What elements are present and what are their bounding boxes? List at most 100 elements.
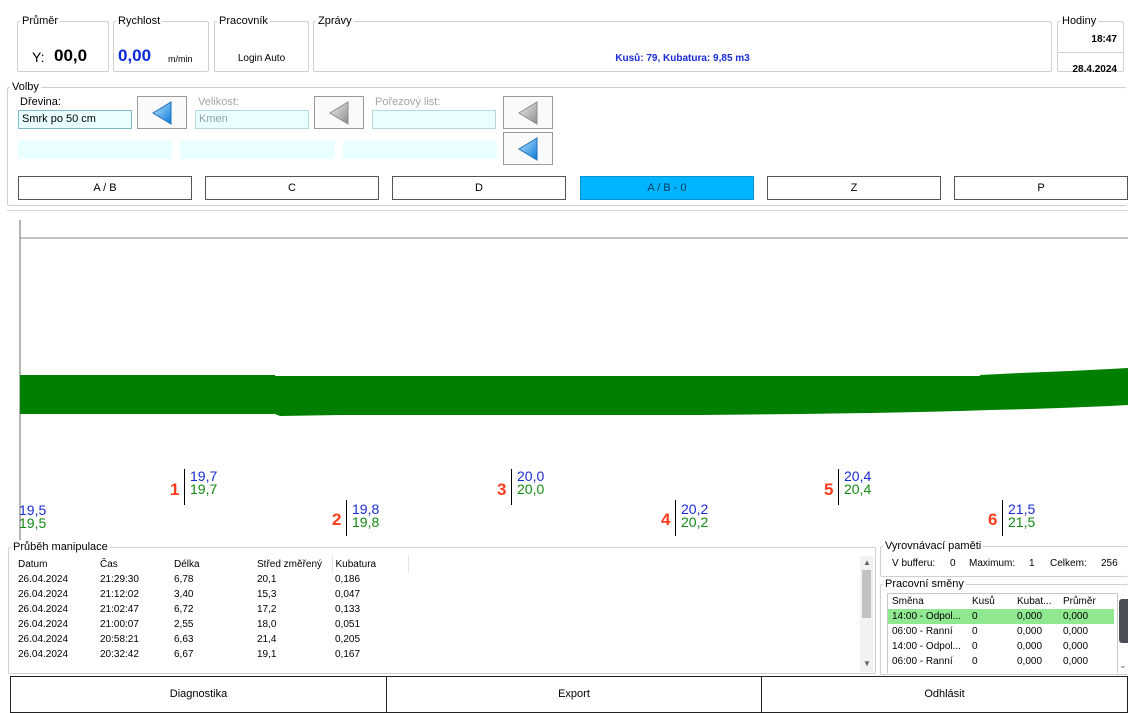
velikost-select-button[interactable]: [314, 96, 364, 129]
tab-c[interactable]: C: [205, 176, 379, 200]
table-row[interactable]: 26.04.2024 20:58:21 6,63 21,4 0,205: [15, 632, 408, 647]
tab-d[interactable]: D: [392, 176, 566, 200]
pracovnik-value: Login Auto: [237, 53, 286, 64]
table-row[interactable]: 26.04.2024 21:29:30 6,78 20,1 0,186: [15, 572, 408, 587]
hodiny-date: 28.4.2024: [1072, 64, 1118, 75]
cell-datum: 26.04.2024: [18, 619, 69, 630]
manipulace-scrollbar[interactable]: ▲ ▼: [860, 556, 873, 672]
cell-delka: 6,67: [174, 649, 194, 660]
tab-p[interactable]: P: [954, 176, 1128, 200]
manipulace-col-datum[interactable]: Datum: [15, 556, 97, 572]
velikost-label: Velikost:: [198, 96, 239, 108]
table-row[interactable]: 06:00 - Ranní 0 0,000 0,000: [888, 624, 1114, 639]
extra-select-button[interactable]: [503, 132, 553, 165]
measurement-6-green: 21,5: [1008, 514, 1036, 530]
cell-delka: 2,55: [174, 619, 194, 630]
scroll-down-icon[interactable]: ▼: [863, 659, 871, 668]
extra-field-2[interactable]: [180, 140, 335, 159]
table-row[interactable]: 26.04.2024 20:32:42 6,67 19,1 0,167: [15, 647, 408, 662]
porezovy-field[interactable]: [372, 110, 496, 129]
tab-z[interactable]: Z: [767, 176, 941, 200]
buffer-maximum-label: Maximum:: [969, 558, 1016, 569]
smeny-col-smena[interactable]: Směna: [888, 594, 968, 609]
table-row[interactable]: 14:00 - Odpol... 0 0,000 0,000: [888, 639, 1114, 654]
hodiny-divider: [1058, 52, 1123, 53]
cell-datum: 26.04.2024: [18, 574, 69, 585]
triangle-left-blue-icon: [152, 100, 172, 125]
odhlasit-button[interactable]: Odhlásit: [761, 676, 1128, 713]
cell-prumer: 0,000: [1063, 626, 1089, 637]
cell-kubatura: 0,000: [1017, 656, 1043, 667]
tab-a-b-0[interactable]: A / B - 0: [580, 176, 754, 200]
buffer-celkem-value: 256: [1101, 558, 1118, 569]
measurement-2: 19,8 19,8: [352, 502, 379, 529]
manipulace-legend: Průběh manipulace: [13, 541, 108, 553]
extra-field-1[interactable]: [18, 140, 172, 159]
table-row[interactable]: 26.04.2024 21:00:07 2,55 18,0 0,051: [15, 617, 408, 632]
cell-cas: 21:00:07: [100, 619, 139, 630]
log-profile: [20, 368, 1128, 416]
cell-kubatura: 0,051: [335, 619, 361, 630]
smeny-col-prumer[interactable]: Průměr: [1059, 594, 1114, 609]
manipulace-col-cas[interactable]: Čas: [97, 556, 171, 572]
manipulace-col-delka[interactable]: Délka: [171, 556, 254, 572]
cell-cas: 20:32:42: [100, 649, 139, 660]
diagnostika-button[interactable]: Diagnostika: [10, 676, 387, 713]
table-row[interactable]: 26.04.2024 21:02:47 6,72 17,2 0,133: [15, 602, 408, 617]
drevina-select-button[interactable]: [137, 96, 187, 129]
smeny-scroll-down-icon[interactable]: ⌄: [1119, 660, 1127, 671]
cell-kusu: 0: [972, 656, 978, 667]
porezovy-select-button[interactable]: [503, 96, 553, 129]
cell-delka: 6,72: [174, 604, 194, 615]
smeny-table: Směna Kusů Kubat... Průměr 14:00 - Odpol…: [888, 594, 1114, 669]
cell-kubatura: 0,000: [1017, 626, 1043, 637]
tab-a-b[interactable]: A / B: [18, 176, 192, 200]
volby-legend: Volby: [12, 81, 39, 93]
table-row[interactable]: 14:00 - Odpol... 0 0,000 0,000: [888, 609, 1114, 624]
table-row[interactable]: 26.04.2024 21:12:02 3,40 15,3 0,047: [15, 587, 408, 602]
export-button[interactable]: Export: [386, 676, 762, 713]
table-row[interactable]: 06:00 - Ranní 0 0,000 0,000: [888, 654, 1114, 669]
cell-delka: 3,40: [174, 589, 194, 600]
zpravy-legend: Zprávy: [318, 15, 352, 27]
cell-kubatura: 0,186: [335, 574, 361, 585]
drevina-field[interactable]: Smrk po 50 cm: [18, 110, 132, 129]
manipulace-table-wrapper: Datum Čas Délka Střed změřený Kubatura 2…: [15, 556, 857, 670]
extra-field-3[interactable]: [343, 140, 497, 159]
cell-cas: 20:58:21: [100, 634, 139, 645]
measurement-0: 19,5 19,5: [19, 503, 46, 530]
hodiny-panel: Hodiny 18:47 28.4.2024: [1057, 15, 1124, 75]
manipulace-col-stred[interactable]: Střed změřený: [254, 556, 333, 572]
manipulace-table: Datum Čas Délka Střed změřený Kubatura 2…: [15, 556, 409, 662]
cell-delka: 6,78: [174, 574, 194, 585]
cell-stred: 19,1: [257, 649, 277, 660]
cell-stred: 18,0: [257, 619, 277, 630]
cell-kubatura: 0,133: [335, 604, 361, 615]
velikost-field[interactable]: Kmen: [195, 110, 309, 129]
scroll-up-icon[interactable]: ▲: [863, 558, 871, 567]
measurement-6: 21,5 21,5: [1008, 502, 1036, 530]
buffer-maximum-value: 1: [1029, 558, 1035, 569]
pracovnik-legend: Pracovník: [219, 15, 268, 27]
hodiny-legend: Hodiny: [1062, 15, 1097, 27]
cell-datum: 26.04.2024: [18, 634, 69, 645]
porezovy-label: Pořezový list:: [375, 96, 441, 108]
cell-kusu: 0: [972, 641, 978, 652]
buffer-v-bufferu-value: 0: [950, 558, 956, 569]
cell-datum: 26.04.2024: [18, 604, 69, 615]
buffer-v-bufferu-label: V bufferu:: [892, 558, 936, 569]
cell-delka: 6,63: [174, 634, 194, 645]
smeny-col-kusu[interactable]: Kusů: [968, 594, 1013, 609]
manipulace-col-kubatura[interactable]: Kubatura: [332, 556, 409, 572]
rychlost-value: 0,00: [118, 46, 152, 65]
cell-smena: 06:00 - Ranní: [892, 626, 953, 637]
cell-cas: 21:12:02: [100, 589, 139, 600]
rychlost-legend: Rychlost: [118, 15, 161, 27]
smeny-side-control[interactable]: [1119, 599, 1128, 643]
scrollbar-thumb[interactable]: [862, 570, 871, 618]
measurement-2-number: 2: [332, 510, 342, 529]
smeny-col-kubatura[interactable]: Kubat...: [1013, 594, 1059, 609]
cell-kubatura: 0,000: [1013, 609, 1059, 624]
zpravy-panel: Zprávy Kusů: 79, Kubatura: 9,85 m3: [313, 16, 1052, 72]
triangle-left-grey-icon: [518, 100, 538, 125]
